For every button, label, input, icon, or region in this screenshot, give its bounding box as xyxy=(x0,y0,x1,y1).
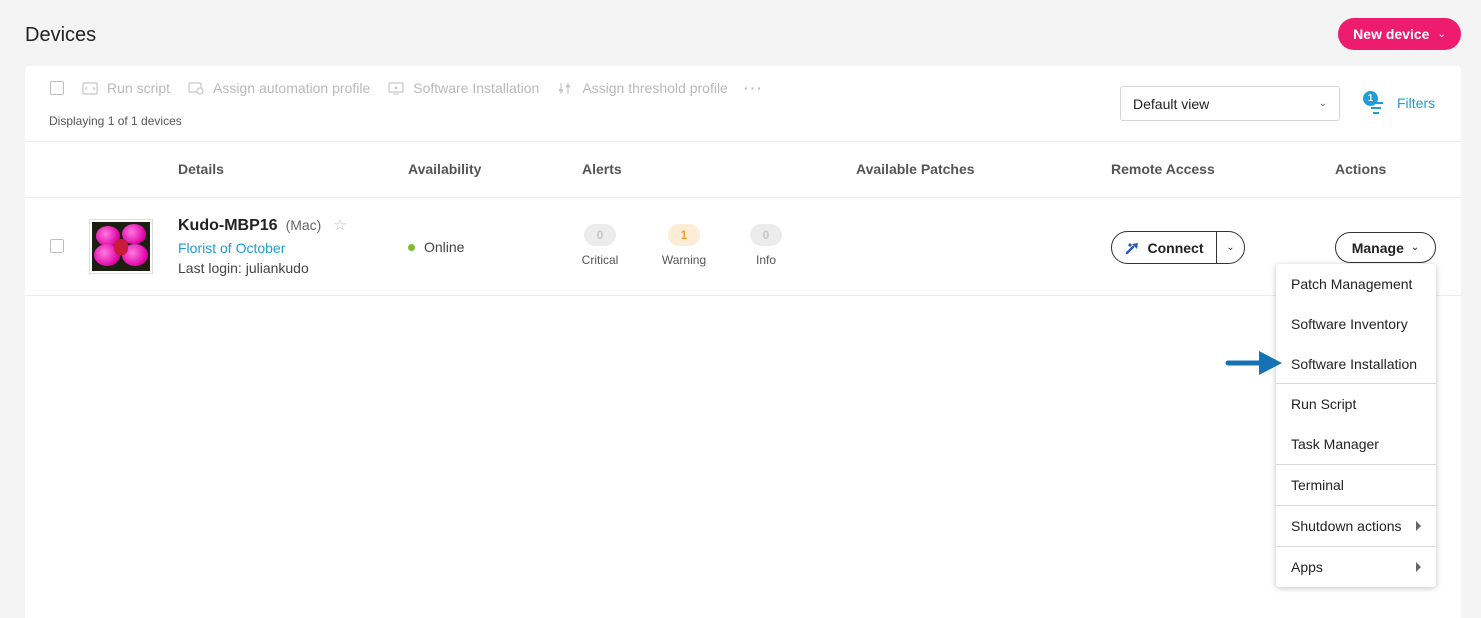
device-thumbnail xyxy=(89,219,153,274)
new-device-label: New device xyxy=(1353,26,1430,42)
column-header-actions: Actions xyxy=(1335,161,1387,177)
view-select[interactable]: Default view ⌄ xyxy=(1120,86,1340,121)
devices-panel: Run script Assign automation profile Sof… xyxy=(25,66,1461,618)
menu-item-label: Patch Management xyxy=(1291,276,1413,292)
menu-item-label: Terminal xyxy=(1291,477,1344,493)
menu-item-terminal[interactable]: Terminal xyxy=(1276,465,1436,505)
availability-status: Online xyxy=(408,239,464,255)
menu-item-task-manager[interactable]: Task Manager xyxy=(1276,424,1436,464)
alert-info[interactable]: 0 Info xyxy=(736,224,796,267)
bulk-toolbar: Run script Assign automation profile Sof… xyxy=(50,80,764,96)
connect-label: Connect xyxy=(1147,239,1204,256)
divider xyxy=(25,295,1461,296)
caret-right-icon xyxy=(1416,521,1421,531)
menu-item-label: Run Script xyxy=(1291,396,1357,412)
filter-icon: 1 xyxy=(1363,91,1387,114)
run-script-label: Run script xyxy=(107,80,171,96)
menu-item-label: Shutdown actions xyxy=(1291,518,1402,534)
star-icon[interactable]: ☆ xyxy=(333,216,346,234)
menu-item-apps[interactable]: Apps xyxy=(1276,547,1436,587)
view-select-value: Default view xyxy=(1133,95,1210,112)
divider xyxy=(25,141,1461,142)
connect-split-button: Connect ⌄ xyxy=(1111,231,1245,264)
assign-automation-profile-label: Assign automation profile xyxy=(213,80,371,96)
menu-item-software-installation[interactable]: Software Installation xyxy=(1276,344,1436,384)
device-organization-link[interactable]: Florist of October xyxy=(178,240,285,256)
alert-info-label: Info xyxy=(755,253,776,267)
connect-button[interactable]: Connect xyxy=(1112,232,1217,263)
menu-item-patch-management[interactable]: Patch Management xyxy=(1276,264,1436,304)
alert-info-count: 0 xyxy=(750,224,782,246)
device-count-text: Displaying 1 of 1 devices xyxy=(49,114,182,128)
caret-right-icon xyxy=(1416,562,1421,572)
assign-automation-profile-action[interactable]: Assign automation profile xyxy=(188,80,370,96)
software-installation-action[interactable]: Software Installation xyxy=(388,80,539,96)
manage-label: Manage xyxy=(1351,239,1404,256)
orchid-image xyxy=(92,222,150,271)
alert-critical-count: 0 xyxy=(584,224,616,246)
column-header-alerts: Alerts xyxy=(582,161,622,177)
manage-menu: Patch Management Software Inventory Soft… xyxy=(1276,264,1436,587)
filters-label: Filters xyxy=(1397,95,1436,111)
manage-button[interactable]: Manage ⌄ xyxy=(1335,232,1436,263)
connect-options-button[interactable]: ⌄ xyxy=(1217,232,1244,263)
monitor-icon xyxy=(388,81,404,95)
menu-item-label: Apps xyxy=(1291,559,1323,575)
assign-threshold-profile-action[interactable]: Assign threshold profile xyxy=(557,80,728,96)
column-header-available-patches: Available Patches xyxy=(856,161,975,177)
remote-connect-icon xyxy=(1125,242,1138,254)
assign-threshold-profile-label: Assign threshold profile xyxy=(582,80,728,96)
device-name[interactable]: Kudo-MBP16 (Mac) ☆ xyxy=(178,216,347,235)
chevron-down-icon: ⌄ xyxy=(1437,28,1446,40)
menu-item-label: Task Manager xyxy=(1291,436,1379,452)
chevron-down-icon: ⌄ xyxy=(1318,98,1327,109)
sliders-icon xyxy=(559,82,571,94)
alert-warning[interactable]: 1 Warning xyxy=(654,224,714,267)
pointer-arrow-icon xyxy=(1225,351,1282,375)
device-name-text: Kudo-MBP16 xyxy=(178,217,278,234)
alert-critical[interactable]: 0 Critical xyxy=(570,224,630,267)
software-installation-label: Software Installation xyxy=(413,80,540,96)
alert-critical-label: Critical xyxy=(581,253,619,267)
device-os: (Mac) xyxy=(285,217,322,233)
script-icon xyxy=(82,81,98,95)
availability-text: Online xyxy=(424,239,465,255)
alert-warning-count: 1 xyxy=(668,224,700,246)
online-status-icon xyxy=(408,243,415,251)
row-checkbox[interactable] xyxy=(50,239,64,253)
run-script-action[interactable]: Run script xyxy=(82,80,170,96)
divider xyxy=(25,197,1461,198)
menu-item-run-script[interactable]: Run Script xyxy=(1276,384,1436,424)
page-title: Devices xyxy=(25,24,97,46)
device-last-login: Last login: juliankudo xyxy=(178,260,309,276)
menu-item-label: Software Installation xyxy=(1291,356,1418,372)
filters-button[interactable]: 1 Filters xyxy=(1363,90,1435,116)
more-actions-button[interactable]: ··· xyxy=(744,80,764,96)
new-device-button[interactable]: New device ⌄ xyxy=(1338,18,1461,50)
column-header-details: Details xyxy=(178,161,224,177)
menu-item-shutdown-actions[interactable]: Shutdown actions xyxy=(1276,506,1436,546)
automation-icon xyxy=(188,81,204,95)
select-all-checkbox[interactable] xyxy=(50,81,64,95)
alert-warning-label: Warning xyxy=(661,253,707,267)
column-header-remote-access: Remote Access xyxy=(1111,161,1215,177)
column-header-availability: Availability xyxy=(408,161,482,177)
chevron-down-icon: ⌄ xyxy=(1226,242,1235,253)
menu-item-label: Software Inventory xyxy=(1291,316,1408,332)
menu-item-software-inventory[interactable]: Software Inventory xyxy=(1276,304,1436,344)
chevron-down-icon: ⌄ xyxy=(1410,242,1420,253)
